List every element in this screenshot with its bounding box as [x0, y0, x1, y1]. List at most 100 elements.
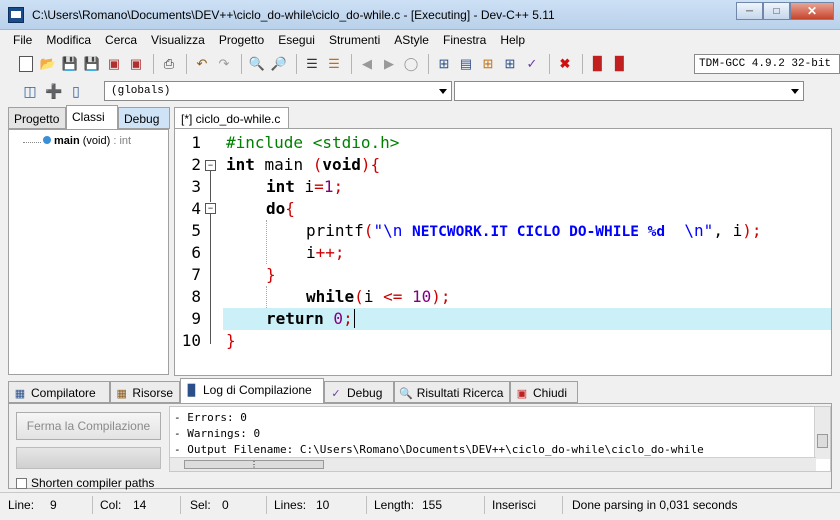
status-line-value: 9 — [50, 498, 57, 512]
menu-finestra[interactable]: Finestra — [436, 33, 493, 47]
menu-modifica[interactable]: Modifica — [39, 33, 98, 47]
run-icon[interactable]: ▤ — [456, 54, 476, 74]
shorten-paths-option[interactable]: Shorten compiler paths — [16, 476, 154, 490]
editor-tab[interactable]: [*] ciclo_do-while.c — [174, 107, 289, 129]
menu-help[interactable]: Help — [493, 33, 532, 47]
line-number: 9 — [191, 309, 201, 328]
status-sel-value: 0 — [222, 498, 229, 512]
status-length-label: Length: — [374, 498, 415, 512]
indent-icon[interactable]: ☰ — [302, 54, 322, 74]
stop-compilation-button[interactable]: Ferma la Compilazione — [16, 412, 161, 440]
status-insert-mode: Inserisci — [492, 498, 537, 512]
project-options-icon[interactable]: ▯ — [66, 81, 86, 101]
shorten-paths-checkbox[interactable] — [16, 477, 27, 489]
status-divider — [562, 496, 563, 514]
stop-execution-icon[interactable]: ✖ — [555, 54, 575, 74]
print-icon[interactable]: ⎙ — [159, 54, 179, 74]
compile-log[interactable]: - Errors: 0 - Warnings: 0 - Output Filen… — [169, 406, 831, 472]
close-file-icon[interactable]: ▣ — [104, 54, 124, 74]
line-number: 5 — [191, 221, 201, 240]
tab-risultati-ricerca[interactable]: 🔍 Risultati Ricerca — [394, 381, 510, 403]
toolbar-separator — [351, 54, 352, 74]
undo-icon[interactable]: ↶ — [192, 54, 212, 74]
log-horizontal-scrollbar[interactable]: ⋮ — [170, 457, 816, 471]
secondary-toolbar: ◫ ➕ ▯ (globals) — [0, 78, 840, 104]
bookmark-icon[interactable]: ◯ — [401, 54, 421, 74]
function-icon — [43, 136, 51, 144]
tab-debug[interactable]: Debug — [118, 107, 170, 129]
tab-compilatore[interactable]: ▦ Compilatore — [8, 381, 110, 403]
compiler-select[interactable]: TDM-GCC 4.9.2 32-bit — [694, 54, 840, 74]
tab-progetto[interactable]: Progetto — [8, 107, 66, 129]
log-vertical-scrollbar[interactable] — [814, 407, 830, 459]
status-line-label: Line: — [8, 498, 35, 512]
close-button[interactable]: ✕ — [790, 2, 834, 20]
menu-strumenti[interactable]: Strumenti — [322, 33, 387, 47]
new-project-icon[interactable]: ◫ — [20, 81, 40, 101]
fold-line — [210, 171, 211, 202]
compile-progress-bar — [16, 447, 161, 469]
toolbar-separator — [153, 54, 154, 74]
save-icon[interactable]: 💾 — [60, 54, 80, 74]
tab-classi[interactable]: Classi — [66, 105, 118, 129]
compile-run-icon[interactable]: ⊞ — [478, 54, 498, 74]
line-number: 3 — [191, 177, 201, 196]
rebuild-icon[interactable]: ⊞ — [500, 54, 520, 74]
tree-item-main[interactable]: main (void) : int — [43, 135, 131, 147]
tab-risorse[interactable]: ▦ Risorse — [110, 381, 180, 403]
search-icon: 🔍 — [399, 387, 413, 400]
function-name: main — [54, 135, 80, 147]
tab-chiudi[interactable]: ▣ Chiudi — [510, 381, 578, 403]
back-icon[interactable]: ◀ — [357, 54, 377, 74]
status-col-label: Col: — [100, 498, 122, 512]
member-combo[interactable] — [454, 81, 804, 101]
menu-file[interactable]: File — [6, 33, 39, 47]
scrollbar-thumb[interactable] — [817, 434, 828, 448]
code-line-1: #include <stdio.h> — [226, 133, 400, 152]
check-icon: ✓ — [331, 387, 341, 400]
code-line-10: } — [226, 331, 236, 350]
new-file-icon[interactable] — [16, 54, 36, 74]
code-line-8: while(i <= 10); — [306, 287, 451, 306]
replace-icon[interactable]: 🔎 — [269, 54, 289, 74]
close-all-icon[interactable]: ▣ — [126, 54, 146, 74]
indent-guide — [266, 220, 267, 264]
log-line: - Output Filename: C:\Users\Romano\Docum… — [174, 443, 704, 456]
fold-collapse-icon[interactable]: − — [205, 203, 216, 214]
scope-combo[interactable]: (globals) — [104, 81, 452, 101]
add-to-project-icon[interactable]: ➕ — [44, 81, 64, 101]
function-signature: (void) — [82, 135, 111, 147]
status-lines-value: 10 — [316, 498, 330, 512]
fold-collapse-icon[interactable]: − — [205, 160, 216, 171]
chevron-down-icon — [791, 89, 799, 94]
profile-chart-icon[interactable]: ▉ — [588, 54, 608, 74]
compile-icon[interactable]: ⊞ — [434, 54, 454, 74]
delete-profile-icon[interactable]: ▉ — [610, 54, 630, 74]
open-file-icon[interactable]: 📂 — [38, 54, 58, 74]
menu-esegui[interactable]: Esegui — [271, 33, 322, 47]
tab-debug-bottom[interactable]: ✓ Debug — [324, 381, 394, 403]
toolbar-separator — [296, 54, 297, 74]
status-bar: Line: 9 Col: 14 Sel: 0 Lines: 10 Length:… — [0, 492, 840, 520]
menu-astyle[interactable]: AStyle — [387, 33, 436, 47]
check-syntax-icon[interactable]: ✓ — [522, 54, 542, 74]
menu-progetto[interactable]: Progetto — [212, 33, 271, 47]
redo-icon[interactable]: ↷ — [214, 54, 234, 74]
minimize-button[interactable]: ─ — [736, 2, 763, 20]
tab-log-compilazione[interactable]: ▉ Log di Compilazione — [180, 378, 324, 403]
save-all-icon[interactable]: 💾 — [82, 54, 102, 74]
status-lines-label: Lines: — [274, 498, 307, 512]
find-icon[interactable]: 🔍 — [247, 54, 267, 74]
maximize-button[interactable]: □ — [763, 2, 790, 20]
compiler-icon: ▦ — [14, 387, 26, 400]
forward-icon[interactable]: ▶ — [379, 54, 399, 74]
menu-bar: File Modifica Cerca Visualizza Progetto … — [0, 30, 840, 50]
code-line-6: i++; — [306, 243, 345, 262]
menu-cerca[interactable]: Cerca — [98, 33, 144, 47]
code-editor[interactable]: 1 2 3 4 5 6 7 8 9 10 − − #include <stdio… — [174, 128, 832, 376]
line-number: 1 — [191, 133, 201, 152]
menu-visualizza[interactable]: Visualizza — [144, 33, 212, 47]
line-number: 10 — [181, 331, 201, 350]
scrollbar-thumb[interactable]: ⋮ — [184, 460, 324, 469]
unindent-icon[interactable]: ☰ — [324, 54, 344, 74]
